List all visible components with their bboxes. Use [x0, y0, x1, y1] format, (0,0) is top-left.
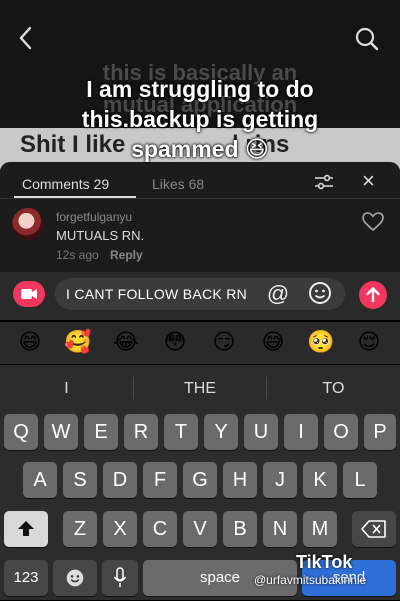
close-button[interactable]: × — [362, 170, 382, 192]
key-v[interactable]: V — [183, 511, 217, 547]
emoji-option[interactable]: 😅 — [258, 328, 288, 358]
suggestion[interactable]: I — [0, 380, 133, 398]
key-e[interactable]: E — [84, 414, 118, 450]
reply-button[interactable]: Reply — [110, 248, 143, 262]
key-d[interactable]: D — [103, 462, 137, 498]
key-x[interactable]: X — [103, 511, 137, 547]
sliders-icon — [315, 174, 333, 190]
key-b[interactable]: B — [223, 511, 257, 547]
numbers-key[interactable]: 123 — [4, 560, 48, 596]
key-p[interactable]: P — [364, 414, 396, 450]
emoji-button[interactable] — [308, 281, 332, 305]
key-w[interactable]: W — [44, 414, 78, 450]
chevron-left-icon — [19, 26, 32, 50]
divider — [0, 198, 400, 199]
emoji-option[interactable]: 🥰 — [63, 328, 93, 358]
suggestion[interactable]: TO — [267, 380, 400, 398]
camera-button[interactable] — [13, 281, 45, 307]
search-icon — [355, 27, 379, 51]
tab-comments[interactable]: Comments 29 — [22, 176, 109, 192]
key-q[interactable]: Q — [4, 414, 38, 450]
key-f[interactable]: F — [143, 462, 177, 498]
key-s[interactable]: S — [63, 462, 97, 498]
key-o[interactable]: O — [324, 414, 358, 450]
comment-username[interactable]: forgetfulganyu — [56, 210, 132, 224]
arrow-up-icon — [366, 287, 380, 303]
creator-handle: @urfavmitsubakinnie — [254, 573, 367, 587]
microphone-icon — [113, 567, 127, 587]
key-z[interactable]: Z — [63, 511, 97, 547]
tab-likes[interactable]: Likes 68 — [152, 176, 204, 192]
key-t[interactable]: T — [164, 414, 198, 450]
emoji-option[interactable]: 😄 — [15, 328, 45, 358]
tiktok-logo: TikTok — [296, 552, 353, 572]
smiley-icon — [309, 282, 331, 304]
smiley-icon — [66, 569, 84, 587]
shift-icon — [18, 521, 34, 536]
video-camera-icon — [21, 289, 37, 299]
backspace-key[interactable] — [352, 511, 396, 547]
backspace-icon — [361, 520, 386, 538]
emoji-option[interactable]: 🥺 — [306, 328, 336, 358]
key-n[interactable]: N — [263, 511, 297, 547]
like-comment-button[interactable] — [362, 212, 384, 232]
key-y[interactable]: Y — [204, 414, 238, 450]
caption-line: spammed 😆 — [131, 136, 269, 162]
dictation-key[interactable] — [102, 560, 138, 596]
emoji-option[interactable]: 😌 — [354, 328, 384, 358]
key-m[interactable]: M — [303, 511, 337, 547]
send-comment-button[interactable] — [359, 281, 387, 309]
key-k[interactable]: K — [303, 462, 337, 498]
emoji-option[interactable]: 😳 — [160, 328, 190, 358]
key-h[interactable]: H — [223, 462, 257, 498]
emoji-option[interactable]: 😂 — [111, 328, 141, 358]
emoji-keyboard-key[interactable] — [53, 560, 97, 596]
emoji-option[interactable]: 😏 — [209, 328, 239, 358]
comment-time: 12s ago — [56, 248, 99, 262]
avatar[interactable] — [12, 208, 44, 240]
key-l[interactable]: L — [343, 462, 377, 498]
quick-emoji-bar — [0, 322, 400, 364]
key-c[interactable]: C — [143, 511, 177, 547]
key-j[interactable]: J — [263, 462, 297, 498]
filter-button[interactable] — [314, 174, 334, 190]
caption-line: I am struggling to do — [86, 76, 314, 102]
key-r[interactable]: R — [124, 414, 158, 450]
close-icon: × — [362, 168, 375, 193]
shift-key[interactable] — [4, 511, 48, 547]
key-g[interactable]: G — [183, 462, 217, 498]
comment-input-text[interactable]: I CANT FOLLOW BACK RN — [66, 286, 247, 302]
back-button[interactable] — [14, 24, 38, 52]
key-u[interactable]: U — [244, 414, 278, 450]
heart-icon — [362, 212, 384, 232]
key-a[interactable]: A — [23, 462, 57, 498]
mention-button[interactable]: @ — [266, 282, 290, 306]
key-i[interactable]: I — [284, 414, 318, 450]
search-button[interactable] — [354, 26, 380, 52]
suggestion[interactable]: THE — [134, 380, 266, 398]
comment-text: MUTUALS RN. — [56, 228, 145, 243]
video-caption: I am struggling to do this.backup is get… — [20, 74, 380, 164]
caption-line: this.backup is getting — [81, 106, 319, 132]
